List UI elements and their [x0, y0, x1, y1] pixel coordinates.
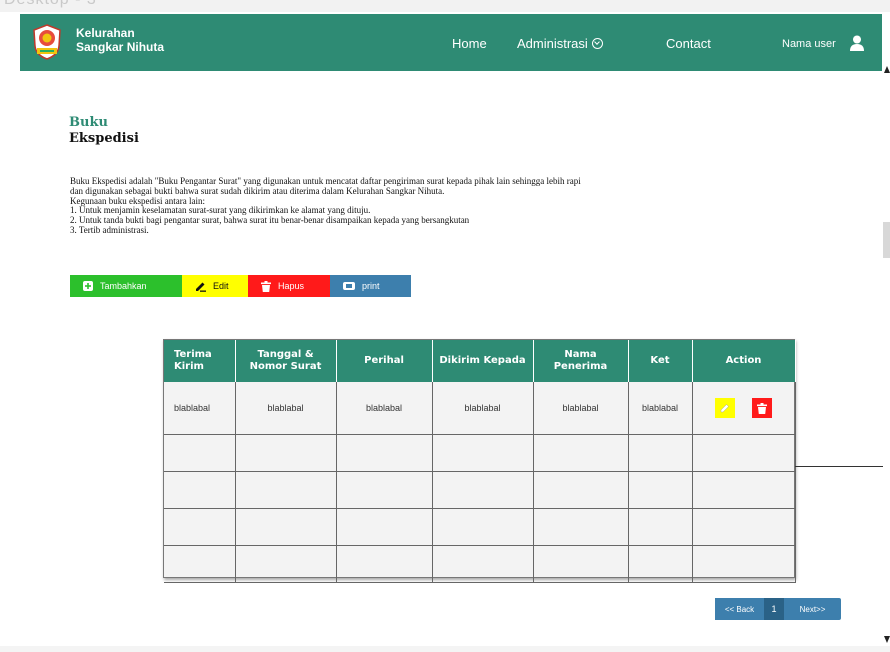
kelurahan-logo-icon [33, 24, 61, 60]
nav-home[interactable]: Home [452, 36, 487, 51]
add-button-label: Tambahkan [100, 281, 147, 291]
table-row [164, 508, 796, 546]
table-cell [432, 471, 534, 509]
table-cell: blablabal [336, 382, 433, 435]
pagination: << Back 1 Next>> [715, 598, 841, 620]
delete-button-label: Hapus [278, 281, 305, 291]
nav-contact[interactable]: Contact [666, 36, 711, 51]
action-toolbar: Tambahkan Edit Hapus print [70, 275, 411, 297]
brand-line2: Sangkar Nihuta [76, 40, 165, 54]
table-cell [533, 508, 629, 546]
print-button-label: print [362, 281, 380, 291]
description-line: 2. Untuk tanda bukti bagi pengantar sura… [70, 215, 470, 226]
description: Buku Ekspedisi adalah "Buku Pengantar Su… [70, 176, 790, 236]
table-cell [432, 545, 534, 583]
nav-user[interactable]: Nama user [782, 38, 836, 50]
table-cell: blablabal [432, 382, 534, 435]
table-cell [432, 508, 534, 546]
table-cell [336, 434, 433, 472]
brand-name[interactable]: Kelurahan Sangkar Nihuta [76, 26, 164, 54]
column-header-ket[interactable]: Ket [628, 340, 693, 382]
trash-icon [756, 403, 767, 414]
user-icon[interactable] [850, 35, 864, 51]
table-cell [164, 508, 236, 546]
table-cell [628, 471, 693, 509]
table-cell [336, 471, 433, 509]
page-title-line2: Ekspedisi [69, 131, 139, 146]
table-cell [533, 471, 629, 509]
table-cell [164, 434, 236, 472]
chevron-down-icon [591, 38, 603, 49]
table-cell [628, 545, 693, 583]
table-cell [164, 545, 236, 583]
trash-icon [261, 280, 271, 292]
pagination-page-number[interactable]: 1 [764, 598, 784, 620]
table-cell [235, 434, 337, 472]
edit-button-label: Edit [213, 281, 229, 291]
pagination-next-button[interactable]: Next>> [784, 598, 841, 620]
table-row [164, 434, 796, 472]
table-cell [235, 471, 337, 509]
column-header-terima-kirim[interactable]: Terima Kirim [164, 340, 236, 382]
print-icon [343, 282, 355, 290]
table-cell [692, 545, 796, 583]
table-row [164, 471, 796, 509]
row-delete-button[interactable] [751, 398, 772, 418]
edit-button[interactable]: Edit [182, 275, 248, 297]
expedition-table: Terima Kirim Tanggal & Nomor Surat Perih… [163, 339, 796, 583]
table-cell: blablabal [533, 382, 629, 435]
column-header-perihal[interactable]: Perihal [336, 340, 433, 382]
table-cell [692, 434, 796, 472]
action-cell [692, 382, 796, 435]
table-cell [164, 471, 236, 509]
column-header-action[interactable]: Action [692, 340, 796, 382]
scrollbar-thumb[interactable] [883, 222, 890, 258]
pencil-icon [196, 282, 206, 292]
table-cell [235, 508, 337, 546]
table-cell: blablabal [235, 382, 337, 435]
table-row: blablabal blablabal blablabal blablabal … [164, 382, 796, 435]
table-cell [533, 434, 629, 472]
column-header-dikirim-kepada[interactable]: Dikirim Kepada [432, 340, 534, 382]
window-frame-bottom [0, 646, 890, 652]
pagination-back-button[interactable]: << Back [715, 598, 764, 620]
table-cell [235, 545, 337, 583]
table-cell [432, 434, 534, 472]
divider-line [795, 466, 883, 467]
window-frame-top: Desktop - 3 [0, 0, 890, 12]
table-header-row: Terima Kirim Tanggal & Nomor Surat Perih… [164, 340, 796, 382]
brand-line1: Kelurahan [76, 26, 135, 40]
scroll-up-arrow-icon[interactable] [884, 66, 890, 73]
table-cell [336, 508, 433, 546]
table-cell [692, 508, 796, 546]
nav-administrasi-label: Administrasi [517, 36, 588, 51]
table-cell: blablabal [164, 382, 236, 435]
page-title-line1: Buku [69, 115, 108, 130]
table-cell [692, 471, 796, 509]
table-cell [628, 508, 693, 546]
pencil-icon [720, 404, 730, 413]
table-cell: blablabal [628, 382, 693, 435]
add-button[interactable]: Tambahkan [70, 275, 182, 297]
delete-button[interactable]: Hapus [248, 275, 330, 297]
nav-administrasi[interactable]: Administrasi [517, 36, 603, 51]
table-row [164, 545, 796, 583]
column-header-tanggal-nomor[interactable]: Tanggal & Nomor Surat [235, 340, 337, 382]
column-header-nama-penerima[interactable]: Nama Penerima [533, 340, 629, 382]
row-edit-button[interactable] [715, 398, 736, 418]
table-cell [533, 545, 629, 583]
scroll-down-arrow-icon[interactable] [884, 636, 890, 643]
frame-title: Desktop - 3 [4, 0, 97, 9]
table-cell [628, 434, 693, 472]
table-cell [336, 545, 433, 583]
navbar: Kelurahan Sangkar Nihuta Home Administra… [20, 14, 882, 71]
print-button[interactable]: print [330, 275, 411, 297]
plus-square-icon [83, 281, 93, 291]
description-line: 3. Tertib administrasi. [70, 224, 149, 235]
